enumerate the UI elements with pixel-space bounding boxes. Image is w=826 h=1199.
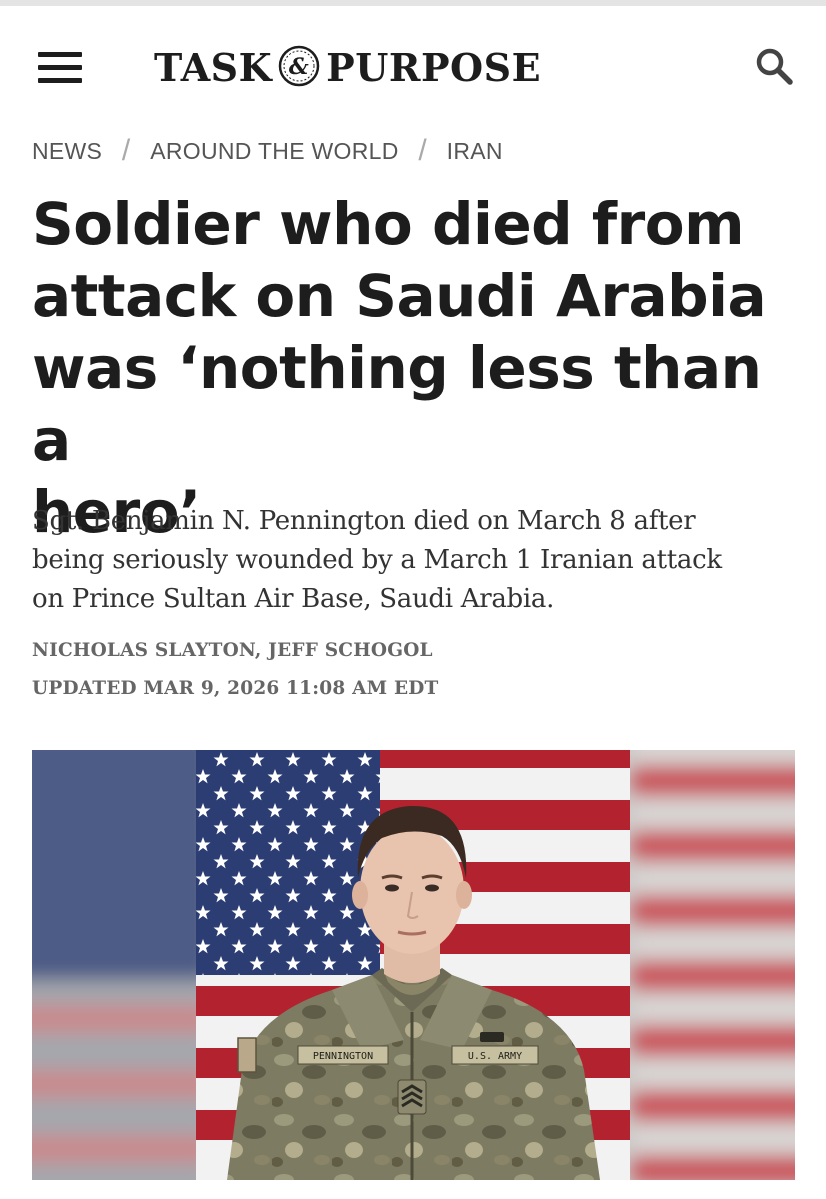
breadcrumb-news[interactable]: NEWS [32,138,102,165]
headline-line: Soldier who died from [32,190,745,258]
breadcrumb-iran[interactable]: IRAN [447,138,503,165]
soldier-portrait-illustration: PENNINGTON U.S. ARMY [32,750,795,1180]
menu-bar [38,78,82,83]
branch-tape-text: U.S. ARMY [468,1051,522,1062]
breadcrumb-separator: / [121,134,131,167]
logo-word-left: TASK [154,44,273,90]
headline-line: attack on Saudi Arabia [32,262,767,330]
logo-seal-icon: & [278,45,320,87]
logo-word-right: PURPOSE [326,44,542,90]
dek-line: Sgt. Benjamin N. Pennington died on Marc… [32,506,696,536]
site-header: TASK & PURPOSE [0,30,826,104]
article-dek: Sgt. Benjamin N. Pennington died on Marc… [32,502,802,619]
name-tape-text: PENNINGTON [313,1051,373,1062]
breadcrumb-around-the-world[interactable]: AROUND THE WORLD [150,138,398,165]
breadcrumb: NEWS / AROUND THE WORLD / IRAN [32,134,503,168]
menu-bar [38,65,82,70]
article-byline: NICHOLAS SLAYTON, JEFF SCHOGOL [32,640,433,661]
logo-amp: & [289,54,309,80]
dek-line: on Prince Sultan Air Base, Saudi Arabia. [32,584,555,614]
search-icon[interactable] [752,44,800,90]
headline-line: was ‘nothing less than a [32,334,762,474]
article-hero-image: PENNINGTON U.S. ARMY [32,750,795,1180]
article-headline: Soldier who died from attack on Saudi Ar… [32,188,802,548]
menu-bar [38,52,82,57]
dek-line: being seriously wounded by a March 1 Ira… [32,545,722,575]
article-updated-timestamp: UPDATED MAR 9, 2026 11:08 AM EDT [32,678,439,699]
top-border [0,0,826,6]
author-link[interactable]: NICHOLAS SLAYTON [32,640,255,661]
author-link[interactable]: JEFF SCHOGOL [268,640,433,661]
site-logo[interactable]: TASK & PURPOSE [154,42,541,92]
breadcrumb-separator: / [418,134,427,167]
author-separator: , [254,640,269,661]
hamburger-menu-icon[interactable] [38,50,84,84]
